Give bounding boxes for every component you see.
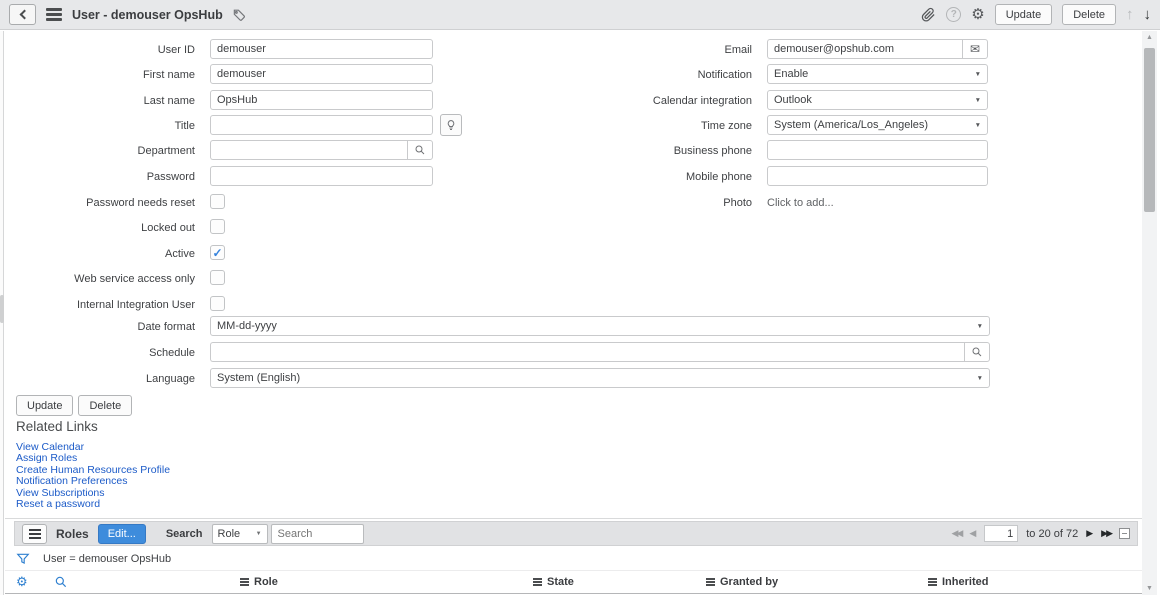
chevron-down-icon: ▼ bbox=[975, 71, 981, 78]
user-form: User ID First name Last name Title Depar… bbox=[0, 31, 1142, 518]
vertical-scrollbar[interactable]: ▲ ▼ bbox=[1142, 31, 1157, 595]
notification-select[interactable]: Enable ▼ bbox=[767, 64, 988, 84]
search-icon bbox=[971, 346, 983, 358]
pagination: ◀◀ ◀ to 20 of 72 ▶ ▶▶ bbox=[951, 525, 1130, 542]
locked-out-label: Locked out bbox=[0, 222, 195, 234]
collapse-list-icon[interactable] bbox=[1119, 528, 1130, 539]
column-menu-icon[interactable] bbox=[240, 578, 249, 586]
envelope-icon: ✉ bbox=[970, 43, 980, 55]
scroll-up-arrow-icon[interactable]: ↑ bbox=[1126, 7, 1134, 22]
column-header-role[interactable]: Role bbox=[240, 576, 278, 588]
mobile-phone-label: Mobile phone bbox=[560, 171, 752, 183]
gear-icon[interactable]: ⚙ bbox=[971, 7, 984, 22]
internal-integration-user-label: Internal Integration User bbox=[0, 299, 195, 311]
form-context-menu-icon[interactable] bbox=[46, 8, 62, 21]
list-search-icon[interactable] bbox=[54, 575, 68, 589]
header-bar: User - demouser OpsHub ? ⚙ Update Delete… bbox=[0, 0, 1160, 30]
help-icon[interactable]: ? bbox=[946, 7, 961, 22]
chevron-down-icon: ▼ bbox=[977, 323, 983, 330]
chevron-left-icon bbox=[19, 10, 29, 20]
locked-out-checkbox[interactable] bbox=[210, 219, 225, 234]
email-send-button[interactable]: ✉ bbox=[962, 39, 988, 59]
list-filter-row: User = demouser OpsHub bbox=[5, 547, 1142, 571]
first-page-icon[interactable]: ◀◀ bbox=[951, 529, 961, 538]
photo-add-link[interactable]: Click to add... bbox=[767, 197, 834, 209]
schedule-input[interactable] bbox=[210, 342, 964, 362]
scrollbar-up-icon[interactable]: ▲ bbox=[1142, 34, 1157, 41]
web-service-access-only-label: Web service access only bbox=[0, 273, 195, 285]
delete-button-top[interactable]: Delete bbox=[1062, 4, 1116, 25]
chevron-down-icon: ▼ bbox=[975, 97, 981, 104]
list-settings-gear-icon[interactable]: ⚙ bbox=[16, 574, 28, 590]
time-zone-select[interactable]: System (America/Los_Angeles) ▼ bbox=[767, 115, 988, 135]
calendar-integration-label: Calendar integration bbox=[560, 95, 752, 107]
chevron-down-icon: ▼ bbox=[256, 531, 262, 537]
column-header-inherited[interactable]: Inherited bbox=[928, 576, 988, 588]
section-divider bbox=[5, 518, 1142, 519]
attachment-icon[interactable] bbox=[921, 7, 936, 22]
delete-button-bottom[interactable]: Delete bbox=[78, 395, 132, 416]
scrollbar-thumb[interactable] bbox=[1144, 48, 1155, 212]
business-phone-input[interactable] bbox=[767, 140, 988, 160]
business-phone-label: Business phone bbox=[560, 145, 752, 157]
pagination-range: to 20 of 72 bbox=[1026, 528, 1078, 540]
update-button-bottom[interactable]: Update bbox=[16, 395, 73, 416]
schedule-field bbox=[210, 342, 990, 362]
filter-breadcrumb[interactable]: User = demouser OpsHub bbox=[43, 553, 171, 565]
column-menu-icon[interactable] bbox=[533, 578, 542, 586]
page-title: User - demouser OpsHub bbox=[72, 8, 223, 22]
list-context-menu-icon[interactable] bbox=[22, 524, 47, 544]
scrollbar-down-icon[interactable]: ▼ bbox=[1142, 585, 1157, 592]
roles-table-header: ⚙ Role State Granted by Inherited bbox=[5, 572, 1142, 594]
roles-search-input[interactable] bbox=[271, 524, 364, 544]
filter-funnel-icon[interactable] bbox=[16, 552, 30, 566]
date-format-label: Date format bbox=[0, 321, 195, 333]
language-select[interactable]: System (English) ▼ bbox=[210, 368, 990, 388]
search-label: Search bbox=[166, 528, 203, 540]
date-format-select[interactable]: MM-dd-yyyy ▼ bbox=[210, 316, 990, 336]
update-button-top[interactable]: Update bbox=[995, 4, 1052, 25]
roles-list-title: Roles bbox=[56, 527, 89, 541]
related-links-section: Related Links View Calendar Assign Roles… bbox=[16, 419, 170, 510]
related-links-title: Related Links bbox=[16, 419, 170, 434]
back-button[interactable] bbox=[9, 4, 36, 25]
next-page-icon[interactable]: ▶ bbox=[1086, 529, 1093, 538]
column-header-granted-by[interactable]: Granted by bbox=[706, 576, 778, 588]
link-reset-password[interactable]: Reset a password bbox=[16, 499, 170, 510]
active-checkbox[interactable] bbox=[210, 245, 225, 260]
photo-label: Photo bbox=[560, 197, 752, 209]
active-label: Active bbox=[0, 248, 195, 260]
roles-list-toolbar: Roles Edit... Search Role ▼ ◀◀ ◀ to 20 o… bbox=[14, 521, 1138, 546]
time-zone-label: Time zone bbox=[560, 120, 752, 132]
mobile-phone-input[interactable] bbox=[767, 166, 988, 186]
column-menu-icon[interactable] bbox=[706, 578, 715, 586]
schedule-label: Schedule bbox=[0, 347, 195, 359]
tag-icon[interactable] bbox=[232, 8, 246, 22]
left-resize-rail[interactable] bbox=[0, 31, 4, 595]
edit-roles-button[interactable]: Edit... bbox=[98, 524, 146, 544]
page-number-input[interactable] bbox=[984, 525, 1018, 542]
chevron-down-icon: ▼ bbox=[975, 122, 981, 129]
email-field: ✉ bbox=[767, 39, 988, 59]
previous-page-icon[interactable]: ◀ bbox=[969, 529, 976, 538]
notification-label: Notification bbox=[560, 69, 752, 81]
chevron-down-icon: ▼ bbox=[977, 375, 983, 382]
column-menu-icon[interactable] bbox=[928, 578, 937, 586]
schedule-lookup-button[interactable] bbox=[964, 342, 990, 362]
search-column-select[interactable]: Role ▼ bbox=[212, 524, 268, 544]
last-page-icon[interactable]: ▶▶ bbox=[1101, 529, 1111, 538]
email-label: Email bbox=[560, 44, 752, 56]
language-label: Language bbox=[0, 373, 195, 385]
email-input[interactable] bbox=[767, 39, 962, 59]
link-notification-preferences[interactable]: Notification Preferences bbox=[16, 476, 170, 487]
rail-handle[interactable] bbox=[0, 295, 4, 323]
web-service-access-only-checkbox[interactable] bbox=[210, 270, 225, 285]
calendar-integration-select[interactable]: Outlook ▼ bbox=[767, 90, 988, 110]
scroll-down-arrow-icon[interactable]: ↓ bbox=[1144, 7, 1152, 22]
internal-integration-user-checkbox[interactable] bbox=[210, 296, 225, 311]
column-header-state[interactable]: State bbox=[533, 576, 574, 588]
